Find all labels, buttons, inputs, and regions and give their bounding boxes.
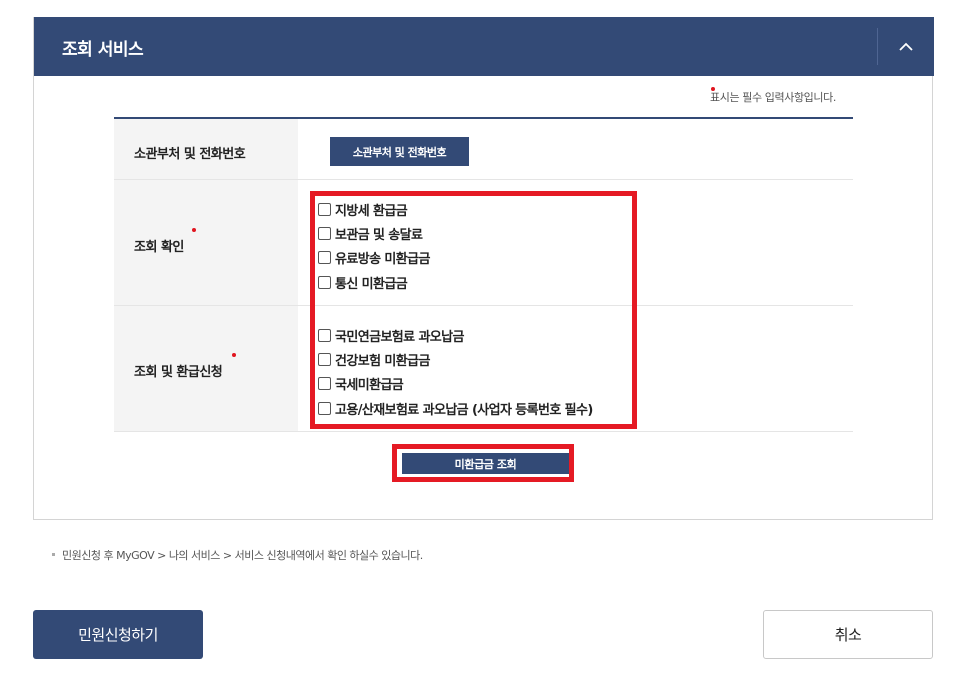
checkbox[interactable] — [318, 352, 331, 366]
required-note: 표시는 필수 입력사항입니다. — [710, 91, 836, 104]
required-dot — [232, 353, 236, 357]
checkbox[interactable] — [318, 202, 331, 216]
option-label: 고용/산재보험료 과오납금 (사업자 등록번호 필수) — [335, 402, 593, 418]
option-label: 보관금 및 송달료 — [335, 227, 423, 243]
required-dot — [192, 228, 196, 232]
option-label: 지방세 환급금 — [335, 203, 408, 219]
info-note-text: 민원신청 후 MyGOV > 나의 서비스 > 서비스 신청내역에서 확인 하실… — [62, 549, 423, 562]
checkbox[interactable] — [318, 275, 331, 289]
option-paid-broadcast-refund[interactable]: 유료방송 미환급금 — [318, 246, 430, 270]
checkbox[interactable] — [318, 328, 331, 342]
checkbox[interactable] — [318, 251, 331, 265]
refund-options: 국민연금보험료 과오납금 건강보험 미환급금 국세미환급금 고용/산재보험료 과… — [318, 323, 593, 420]
row-inquiry: 조회 확인 지방세 환급금 보관금 및 송달료 유료방송 미환급금 통신 미환급… — [114, 180, 853, 306]
chevron-up-icon — [899, 42, 913, 51]
option-label: 건강보험 미환급금 — [335, 353, 430, 369]
checkbox[interactable] — [318, 401, 331, 415]
dept-phone-button[interactable]: 소관부처 및 전화번호 — [330, 137, 469, 166]
row-refund: 조회 및 환급신청 국민연금보험료 과오납금 건강보험 미환급금 국세미환급금 … — [114, 306, 853, 432]
option-health-insurance[interactable]: 건강보험 미환급금 — [318, 347, 593, 371]
option-national-pension[interactable]: 국민연금보험료 과오납금 — [318, 323, 593, 347]
cancel-button[interactable]: 취소 — [763, 610, 933, 659]
option-label: 국민연금보험료 과오납금 — [335, 329, 464, 345]
header-divider — [877, 28, 878, 65]
row-label-inquiry: 조회 확인 — [134, 240, 184, 255]
panel-title: 조회 서비스 — [62, 40, 144, 60]
row-dept: 소관부처 및 전화번호 소관부처 및 전화번호 — [114, 119, 853, 180]
row-label-cell: 소관부처 및 전화번호 — [114, 119, 298, 179]
apply-button[interactable]: 민원신청하기 — [33, 610, 203, 659]
option-local-tax-refund[interactable]: 지방세 환급금 — [318, 197, 430, 221]
option-label: 유료방송 미환급금 — [335, 252, 430, 268]
option-label: 국세미환급금 — [335, 378, 404, 394]
unclaimed-refund-search-button[interactable]: 미환급금 조회 — [402, 453, 569, 474]
row-label-dept: 소관부처 및 전화번호 — [134, 147, 246, 162]
option-employment-insurance[interactable]: 고용/산재보험료 과오납금 (사업자 등록번호 필수) — [318, 396, 593, 420]
option-national-tax[interactable]: 국세미환급금 — [318, 372, 593, 396]
option-telecom-refund[interactable]: 통신 미환급금 — [318, 270, 430, 294]
row-label-cell: 조회 및 환급신청 — [114, 306, 298, 431]
checkbox[interactable] — [318, 226, 331, 240]
row-label-refund: 조회 및 환급신청 — [134, 365, 223, 380]
panel-header: 조회 서비스 — [34, 17, 934, 76]
option-label: 통신 미환급금 — [335, 276, 408, 292]
checkbox[interactable] — [318, 377, 331, 391]
form-table: 소관부처 및 전화번호 소관부처 및 전화번호 조회 확인 지방세 환급금 보관… — [114, 117, 853, 432]
info-note: 민원신청 후 MyGOV > 나의 서비스 > 서비스 신청내역에서 확인 하실… — [52, 547, 423, 563]
inquiry-options: 지방세 환급금 보관금 및 송달료 유료방송 미환급금 통신 미환급금 — [318, 197, 430, 294]
row-label-cell: 조회 확인 — [114, 180, 298, 305]
inquiry-service-panel: 조회 서비스 표시는 필수 입력사항입니다. 소관부처 및 전화번호 소관부처 … — [33, 17, 934, 520]
search-highlight-box: 미환급금 조회 — [392, 444, 574, 482]
option-deposit-postage[interactable]: 보관금 및 송달료 — [318, 221, 430, 245]
collapse-button[interactable] — [879, 17, 934, 76]
